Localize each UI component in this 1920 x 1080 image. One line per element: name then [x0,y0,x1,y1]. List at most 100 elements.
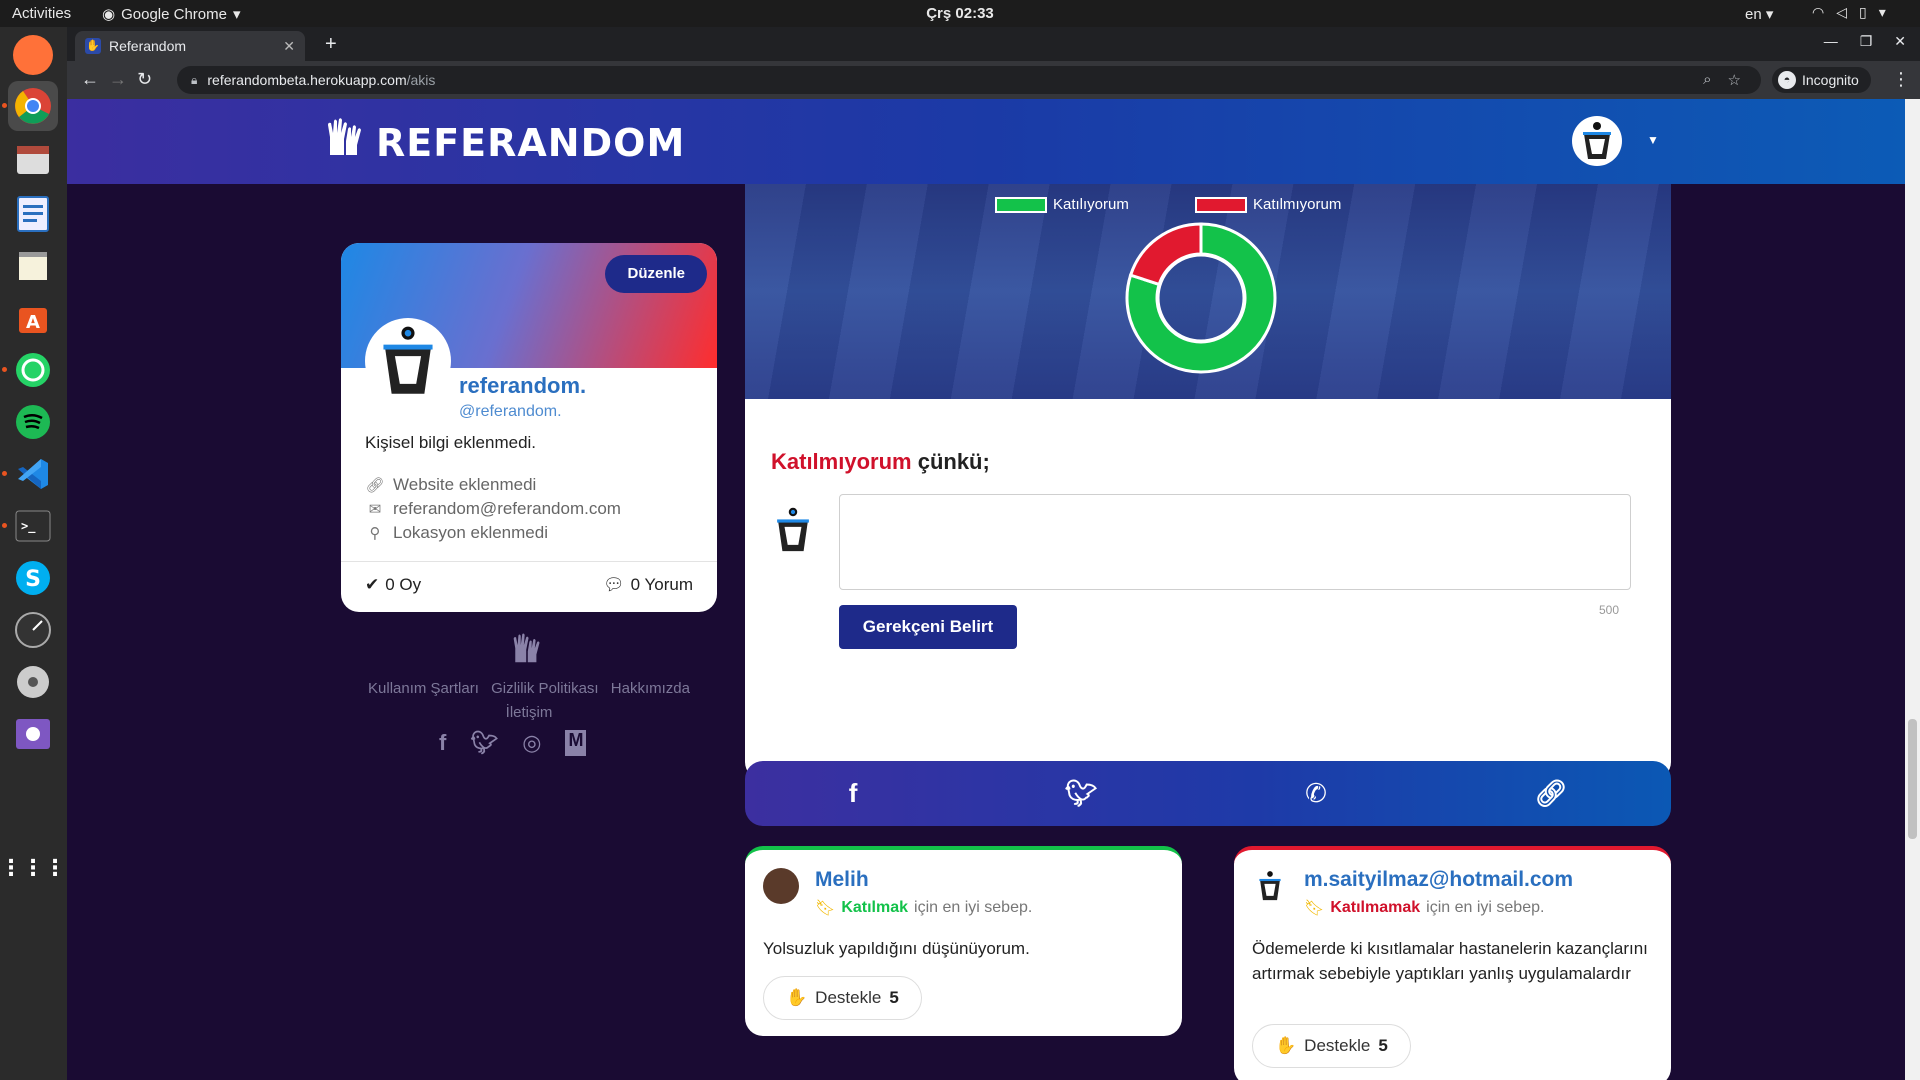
address-bar[interactable]: 🔒︎ referandombeta.herokuapp.com/akis ⌕ ☆ [177,66,1761,94]
os-top-bar: Activities ◉ Google Chrome ▾ Çrş 02:33 e… [0,0,1920,27]
footer-link-about[interactable]: Hakkımızda [611,680,690,697]
forward-icon[interactable]: → [109,69,127,90]
comment-subtitle: 🔖︎ Katılmak için en iyi sebep. [815,898,1032,918]
reload-icon[interactable]: ↻ [137,69,152,90]
skype-icon[interactable]: S [8,553,58,603]
comment-author[interactable]: m.saityilmaz@hotmail.com [1304,868,1573,892]
site-logo[interactable]: REFERANDOM [322,115,685,171]
wifi-icon: ◠ [1812,4,1825,20]
text-editor-icon[interactable] [8,241,58,291]
divider [341,561,717,562]
spotify-icon[interactable] [8,397,58,447]
comment-stance: Katılmamak [1330,899,1421,916]
maximize-icon[interactable]: ❐ [1860,33,1873,50]
writer-icon[interactable] [8,189,58,239]
legend-item-yes[interactable]: Katılıyorum [995,196,1129,213]
twitter-icon[interactable]: 🐦︎ [470,730,498,756]
close-tab-icon[interactable]: ✕ [283,38,295,55]
vscode-icon[interactable] [8,449,58,499]
dock: A >_ S ⋮⋮⋮ [0,27,67,1080]
edit-profile-button[interactable]: Düzenle [605,255,707,293]
page-viewport: REFERANDOM ▼ Düzenle referandom. @refera… [67,99,1920,1080]
close-window-icon[interactable]: ✕ [1894,33,1906,50]
donut-inner-ring [1156,253,1246,343]
chevron-down-icon: ▾ [1878,4,1886,20]
user-menu-caret-icon[interactable]: ▼ [1647,133,1659,147]
submit-reason-button[interactable]: Gerekçeni Belirt [839,605,1017,649]
share-whatsapp-icon[interactable]: ✆ [1305,778,1327,809]
minimize-icon[interactable]: — [1824,33,1838,50]
footer-link-terms[interactable]: Kullanım Şartları [368,680,479,697]
profile-location-row: ⚲ Lokasyon eklenmedi [365,523,548,543]
footer-social: f 🐦︎ ◎ M [439,730,587,756]
comment-avatar[interactable] [763,868,799,904]
running-indicator [2,471,7,476]
profile-email: referandom@referandom.com [393,499,621,518]
speedometer-icon[interactable] [8,605,58,655]
screen-recorder-icon[interactable] [8,709,58,759]
comment-author[interactable]: Melih [815,868,869,892]
whatsapp-icon[interactable] [8,345,58,395]
support-button[interactable]: ✋ Destekle 5 [1252,1024,1411,1068]
clock[interactable]: Çrş 02:33 [0,5,1920,22]
share-twitter-icon[interactable]: 🐦︎ [1065,778,1098,809]
bookmark-star-icon[interactable]: ☆ [1728,71,1741,89]
bookmark-icon: 🔖︎ [815,900,836,917]
user-avatar[interactable] [1572,116,1622,166]
facebook-icon[interactable]: f [439,730,446,756]
profile-website: Website eklenmedi [393,475,537,494]
url-path: /akis [406,72,436,88]
legend-swatch-yes [995,196,1047,213]
window-controls: — ❐ ✕ [1824,33,1906,50]
footer-logo-icon [509,631,545,675]
reason-avatar [775,502,811,563]
ballot-box-icon [1583,122,1611,159]
files-icon[interactable] [8,135,58,185]
reason-textarea[interactable] [839,494,1631,590]
comment-count[interactable]: 💬︎ 0 Yorum [603,575,693,595]
disc-icon[interactable] [8,657,58,707]
profile-handle: @referandom. [459,403,562,420]
legend-label-no: Katılmıyorum [1253,196,1342,213]
comment-subtitle-text: için en iyi sebep. [1426,899,1545,916]
comment-icon: 💬︎ [603,575,625,594]
support-button[interactable]: ✋ Destekle 5 [763,976,922,1020]
link-icon: 🔗︎ [365,477,385,494]
comment-subtitle-text: için en iyi sebep. [914,899,1033,916]
support-label: Destekle [1304,1036,1371,1055]
envelope-icon: ✉ [368,501,382,518]
hand-icon: ✋ [786,988,808,1007]
page-scrollbar[interactable] [1905,99,1920,1080]
incognito-indicator[interactable]: ◓ Incognito [1772,67,1871,93]
new-tab-button[interactable]: + [325,33,337,56]
running-indicator [2,367,7,372]
show-apps-icon[interactable]: ⋮⋮⋮ [0,843,66,893]
firefox-icon[interactable] [13,35,53,75]
raised-hands-icon [322,115,368,171]
browser-menu-icon[interactable]: ⋮ [1892,69,1910,90]
comment-avatar[interactable] [1252,868,1288,904]
system-tray[interactable]: ◠ ◁ ▯ ▾ [1812,4,1886,21]
legend-item-no[interactable]: Katılmıyorum [1195,196,1341,213]
comment-text: Ödemelerde ki kısıtlamalar hastanelerin … [1252,939,1648,983]
incognito-label: Incognito [1802,72,1859,88]
legend-label-yes: Katılıyorum [1053,196,1129,213]
instagram-icon[interactable]: ◎ [522,730,541,756]
vote-count-label: 0 Oy [385,575,422,594]
language-indicator[interactable]: en ▾ [1745,5,1773,23]
footer-link-contact[interactable]: İletişim [506,704,553,721]
share-link-icon[interactable]: 🔗︎ [1534,778,1567,809]
vote-count[interactable]: ✔ 0 Oy [365,575,421,595]
scrollbar-thumb[interactable] [1908,719,1917,839]
profile-name[interactable]: referandom. [459,373,586,399]
browser-tab[interactable]: ✋ Referandom ✕ [75,31,305,61]
footer-link-privacy[interactable]: Gizlilik Politikası [491,680,599,697]
zoom-icon[interactable]: ⌕ [1703,71,1711,89]
software-center-icon[interactable]: A [8,293,58,343]
profile-avatar [365,318,451,404]
chrome-dock-icon[interactable] [8,81,58,131]
terminal-icon[interactable]: >_ [8,501,58,551]
medium-icon[interactable]: M [565,730,587,756]
back-icon[interactable]: ← [81,69,99,90]
share-facebook-icon[interactable]: f [849,778,858,809]
